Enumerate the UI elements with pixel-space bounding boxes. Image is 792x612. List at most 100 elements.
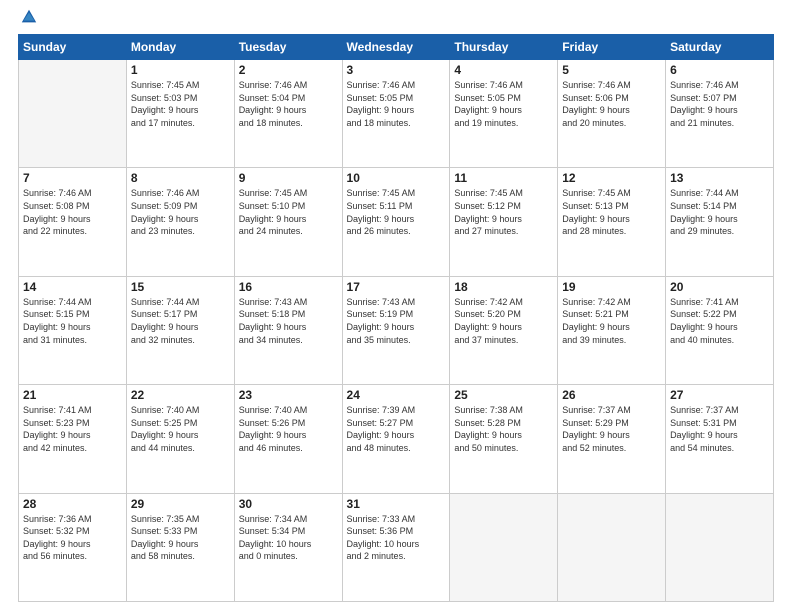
calendar-cell: 5Sunrise: 7:46 AMSunset: 5:06 PMDaylight… <box>558 60 666 168</box>
calendar-cell: 30Sunrise: 7:34 AMSunset: 5:34 PMDayligh… <box>234 493 342 601</box>
calendar-cell: 4Sunrise: 7:46 AMSunset: 5:05 PMDaylight… <box>450 60 558 168</box>
day-info: Sunrise: 7:43 AMSunset: 5:19 PMDaylight:… <box>347 296 446 346</box>
day-number: 29 <box>131 497 230 511</box>
calendar-cell <box>666 493 774 601</box>
calendar-cell: 17 Sunrise: 7:43 AMSunset: 5:19 PMDayligh… <box>342 276 450 384</box>
day-info: Sunrise: 7:45 AMSunset: 5:13 PMDaylight:… <box>562 187 661 237</box>
day-number: 17 <box>347 280 446 294</box>
calendar-header-row: SundayMondayTuesdayWednesdayThursdayFrid… <box>19 35 774 60</box>
day-number: 11 <box>454 171 553 185</box>
day-info: Sunrise: 7:41 AMSunset: 5:22 PMDaylight:… <box>670 296 769 346</box>
calendar-cell: 13 Sunrise: 7:44 AMSunset: 5:14 PMDayligh… <box>666 168 774 276</box>
day-number: 31 <box>347 497 446 511</box>
calendar-week-row: 7 Sunrise: 7:46 AMSunset: 5:08 PMDaylight… <box>19 168 774 276</box>
calendar-cell: 1 Sunrise: 7:45 AMSunset: 5:03 PMDaylight… <box>126 60 234 168</box>
calendar-cell: 2Sunrise: 7:46 AMSunset: 5:04 PMDaylight… <box>234 60 342 168</box>
day-info: Sunrise: 7:44 AMSunset: 5:17 PMDaylight:… <box>131 296 230 346</box>
day-number: 27 <box>670 388 769 402</box>
column-header-sunday: Sunday <box>19 35 127 60</box>
day-info: Sunrise: 7:40 AMSunset: 5:25 PMDaylight:… <box>131 404 230 454</box>
day-info: Sunrise: 7:45 AMSunset: 5:12 PMDaylight:… <box>454 187 553 237</box>
calendar-cell: 27 Sunrise: 7:37 AMSunset: 5:31 PMDayligh… <box>666 385 774 493</box>
day-info: Sunrise: 7:33 AMSunset: 5:36 PMDaylight:… <box>347 513 446 563</box>
day-info: Sunrise: 7:44 AMSunset: 5:14 PMDaylight:… <box>670 187 769 237</box>
day-info: Sunrise: 7:46 AMSunset: 5:07 PMDaylight:… <box>670 79 769 129</box>
day-info: Sunrise: 7:34 AMSunset: 5:34 PMDaylight:… <box>239 513 338 563</box>
calendar-cell: 24 Sunrise: 7:39 AMSunset: 5:27 PMDayligh… <box>342 385 450 493</box>
calendar-table: SundayMondayTuesdayWednesdayThursdayFrid… <box>18 34 774 602</box>
day-info: Sunrise: 7:42 AMSunset: 5:20 PMDaylight:… <box>454 296 553 346</box>
calendar-page: SundayMondayTuesdayWednesdayThursdayFrid… <box>0 0 792 612</box>
calendar-cell: 20 Sunrise: 7:41 AMSunset: 5:22 PMDayligh… <box>666 276 774 384</box>
day-number: 13 <box>670 171 769 185</box>
calendar-cell: 12 Sunrise: 7:45 AMSunset: 5:13 PMDayligh… <box>558 168 666 276</box>
day-number: 3 <box>347 63 446 77</box>
day-number: 26 <box>562 388 661 402</box>
day-number: 28 <box>23 497 122 511</box>
column-header-monday: Monday <box>126 35 234 60</box>
day-info: Sunrise: 7:43 AMSunset: 5:18 PMDaylight:… <box>239 296 338 346</box>
day-info: Sunrise: 7:45 AMSunset: 5:11 PMDaylight:… <box>347 187 446 237</box>
calendar-cell: 31 Sunrise: 7:33 AMSunset: 5:36 PMDayligh… <box>342 493 450 601</box>
calendar-cell: 26Sunrise: 7:37 AMSunset: 5:29 PMDayligh… <box>558 385 666 493</box>
logo <box>18 18 38 26</box>
day-info: Sunrise: 7:45 AMSunset: 5:03 PMDaylight:… <box>131 79 230 129</box>
day-number: 9 <box>239 171 338 185</box>
column-header-tuesday: Tuesday <box>234 35 342 60</box>
calendar-week-row: 1 Sunrise: 7:45 AMSunset: 5:03 PMDaylight… <box>19 60 774 168</box>
calendar-cell: 9 Sunrise: 7:45 AMSunset: 5:10 PMDaylight… <box>234 168 342 276</box>
day-info: Sunrise: 7:35 AMSunset: 5:33 PMDaylight:… <box>131 513 230 563</box>
day-number: 7 <box>23 171 122 185</box>
calendar-cell: 14 Sunrise: 7:44 AMSunset: 5:15 PMDayligh… <box>19 276 127 384</box>
day-number: 4 <box>454 63 553 77</box>
day-info: Sunrise: 7:36 AMSunset: 5:32 PMDaylight:… <box>23 513 122 563</box>
calendar-cell: 18 Sunrise: 7:42 AMSunset: 5:20 PMDayligh… <box>450 276 558 384</box>
calendar-cell: 22 Sunrise: 7:40 AMSunset: 5:25 PMDayligh… <box>126 385 234 493</box>
day-number: 1 <box>131 63 230 77</box>
day-number: 10 <box>347 171 446 185</box>
day-number: 18 <box>454 280 553 294</box>
day-info: Sunrise: 7:46 AMSunset: 5:05 PMDaylight:… <box>347 79 446 129</box>
day-info: Sunrise: 7:42 AMSunset: 5:21 PMDaylight:… <box>562 296 661 346</box>
column-header-thursday: Thursday <box>450 35 558 60</box>
day-number: 6 <box>670 63 769 77</box>
day-info: Sunrise: 7:44 AMSunset: 5:15 PMDaylight:… <box>23 296 122 346</box>
day-info: Sunrise: 7:37 AMSunset: 5:31 PMDaylight:… <box>670 404 769 454</box>
day-number: 24 <box>347 388 446 402</box>
calendar-cell: 29 Sunrise: 7:35 AMSunset: 5:33 PMDayligh… <box>126 493 234 601</box>
calendar-week-row: 28 Sunrise: 7:36 AMSunset: 5:32 PMDayligh… <box>19 493 774 601</box>
calendar-cell: 6 Sunrise: 7:46 AMSunset: 5:07 PMDaylight… <box>666 60 774 168</box>
column-header-saturday: Saturday <box>666 35 774 60</box>
day-number: 21 <box>23 388 122 402</box>
day-info: Sunrise: 7:46 AMSunset: 5:04 PMDaylight:… <box>239 79 338 129</box>
calendar-cell: 28 Sunrise: 7:36 AMSunset: 5:32 PMDayligh… <box>19 493 127 601</box>
calendar-cell: 23 Sunrise: 7:40 AMSunset: 5:26 PMDayligh… <box>234 385 342 493</box>
column-header-friday: Friday <box>558 35 666 60</box>
calendar-cell: 10 Sunrise: 7:45 AMSunset: 5:11 PMDayligh… <box>342 168 450 276</box>
day-info: Sunrise: 7:39 AMSunset: 5:27 PMDaylight:… <box>347 404 446 454</box>
day-info: Sunrise: 7:46 AMSunset: 5:08 PMDaylight:… <box>23 187 122 237</box>
day-number: 15 <box>131 280 230 294</box>
calendar-cell: 11 Sunrise: 7:45 AMSunset: 5:12 PMDayligh… <box>450 168 558 276</box>
calendar-cell: 19Sunrise: 7:42 AMSunset: 5:21 PMDayligh… <box>558 276 666 384</box>
day-info: Sunrise: 7:41 AMSunset: 5:23 PMDaylight:… <box>23 404 122 454</box>
day-number: 25 <box>454 388 553 402</box>
logo-icon <box>20 8 38 26</box>
calendar-cell: 8Sunrise: 7:46 AMSunset: 5:09 PMDaylight… <box>126 168 234 276</box>
day-number: 5 <box>562 63 661 77</box>
day-number: 20 <box>670 280 769 294</box>
day-number: 14 <box>23 280 122 294</box>
day-number: 22 <box>131 388 230 402</box>
day-number: 16 <box>239 280 338 294</box>
calendar-cell: 15 Sunrise: 7:44 AMSunset: 5:17 PMDayligh… <box>126 276 234 384</box>
calendar-cell: 3 Sunrise: 7:46 AMSunset: 5:05 PMDaylight… <box>342 60 450 168</box>
day-number: 12 <box>562 171 661 185</box>
day-info: Sunrise: 7:38 AMSunset: 5:28 PMDaylight:… <box>454 404 553 454</box>
day-info: Sunrise: 7:45 AMSunset: 5:10 PMDaylight:… <box>239 187 338 237</box>
calendar-cell: 21 Sunrise: 7:41 AMSunset: 5:23 PMDayligh… <box>19 385 127 493</box>
day-info: Sunrise: 7:46 AMSunset: 5:09 PMDaylight:… <box>131 187 230 237</box>
calendar-cell: 7 Sunrise: 7:46 AMSunset: 5:08 PMDaylight… <box>19 168 127 276</box>
day-info: Sunrise: 7:40 AMSunset: 5:26 PMDaylight:… <box>239 404 338 454</box>
day-number: 23 <box>239 388 338 402</box>
calendar-cell <box>450 493 558 601</box>
